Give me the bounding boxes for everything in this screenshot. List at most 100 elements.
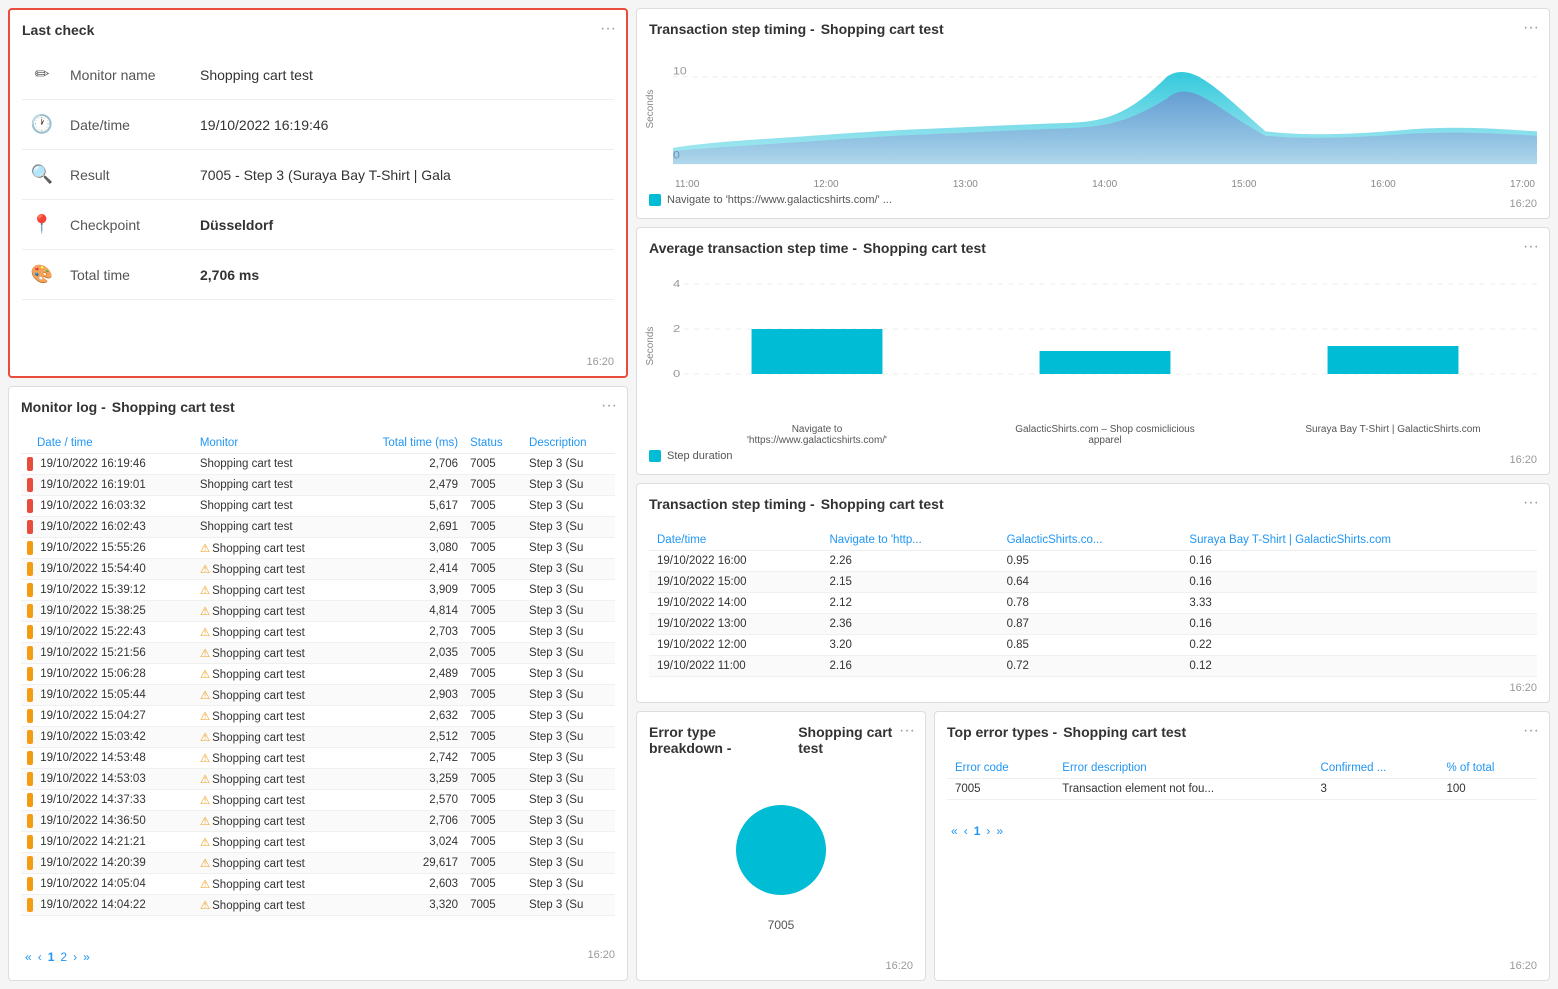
log-total-time: 2,603 <box>349 874 465 895</box>
log-description: Step 3 (Su <box>523 622 615 643</box>
avg-step-menu[interactable]: ··· <box>1523 238 1539 256</box>
log-status: 7005 <box>464 895 523 916</box>
log-description: Step 3 (Su <box>523 832 615 853</box>
step-row-suraya: 0.16 <box>1181 572 1537 593</box>
step-row-datetime: 19/10/2022 12:00 <box>649 635 821 656</box>
avg-step-title: Average transaction step time - <box>649 240 857 256</box>
monitor-log-pagination: « ‹ 1 2 › » <box>21 942 94 968</box>
top-errors-menu[interactable]: ··· <box>1523 722 1539 740</box>
log-total-time: 2,706 <box>349 811 465 832</box>
tx-step-timing-title: Transaction step timing - <box>649 21 815 37</box>
top-errors-title: Top error types - <box>947 724 1057 740</box>
step-row-nav: 2.15 <box>821 572 998 593</box>
last-check-value: 19/10/2022 16:19:46 <box>192 100 614 150</box>
log-description: Step 3 (Su <box>523 853 615 874</box>
tx-step-timing-chart-wrapper: Seconds <box>649 55 1537 190</box>
svg-text:0: 0 <box>673 368 681 379</box>
monitor-log-panel: Monitor log - Shopping cart test ··· Dat… <box>8 386 628 981</box>
log-datetime: 19/10/2022 14:21:21 <box>21 832 194 853</box>
log-table-row: 19/10/2022 15:06:28 ⚠Shopping cart test … <box>21 664 615 685</box>
step-row-galactic: 0.95 <box>999 551 1182 572</box>
log-monitor: ⚠Shopping cart test <box>194 790 349 811</box>
log-status: 7005 <box>464 685 523 706</box>
log-total-time: 3,080 <box>349 538 465 559</box>
log-page-next[interactable]: › <box>73 950 77 964</box>
log-monitor: ⚠Shopping cart test <box>194 706 349 727</box>
last-check-label: Total time <box>62 250 192 300</box>
log-status: 7005 <box>464 517 523 538</box>
step-table-timestamp: 16:20 <box>1509 682 1537 694</box>
log-monitor: ⚠Shopping cart test <box>194 748 349 769</box>
log-datetime: 19/10/2022 15:04:27 <box>21 706 194 727</box>
log-description: Step 3 (Su <box>523 685 615 706</box>
log-page-first[interactable]: « <box>25 950 32 964</box>
log-status: 7005 <box>464 874 523 895</box>
top-errors-page-last[interactable]: » <box>996 824 1003 838</box>
step-row-suraya: 3.33 <box>1181 593 1537 614</box>
last-check-value: 7005 - Step 3 (Suraya Bay T-Shirt | Gala <box>192 150 614 200</box>
top-errors-page-first[interactable]: « <box>951 824 958 838</box>
log-table-row: 19/10/2022 15:39:12 ⚠Shopping cart test … <box>21 580 615 601</box>
log-monitor: ⚠Shopping cart test <box>194 811 349 832</box>
log-table-row: 19/10/2022 15:55:26 ⚠Shopping cart test … <box>21 538 615 559</box>
last-check-value: 2,706 ms <box>192 250 614 300</box>
log-monitor: ⚠Shopping cart test <box>194 664 349 685</box>
log-total-time: 2,489 <box>349 664 465 685</box>
log-total-time: 2,414 <box>349 559 465 580</box>
last-check-row: 🕐 Date/time 19/10/2022 16:19:46 <box>22 100 614 150</box>
monitor-log-monitor: Shopping cart test <box>112 399 235 415</box>
log-page-prev[interactable]: ‹ <box>38 950 42 964</box>
log-status: 7005 <box>464 727 523 748</box>
tx-step-timing-panel: Transaction step timing - Shopping cart … <box>636 8 1550 219</box>
log-description: Step 3 (Su <box>523 748 615 769</box>
last-check-icon: 🕐 <box>22 100 62 150</box>
log-monitor: ⚠Shopping cart test <box>194 853 349 874</box>
log-description: Step 3 (Su <box>523 706 615 727</box>
step-row-nav: 3.20 <box>821 635 998 656</box>
step-table-monitor: Shopping cart test <box>821 496 944 512</box>
monitor-log-timestamp: 16:20 <box>587 949 615 961</box>
top-errors-page-next[interactable]: › <box>986 824 990 838</box>
err-col-desc: Error description <box>1054 758 1312 779</box>
last-check-menu[interactable]: ··· <box>600 20 616 38</box>
log-page-2[interactable]: 2 <box>60 950 67 964</box>
error-code: 7005 <box>947 779 1054 800</box>
log-total-time: 2,632 <box>349 706 465 727</box>
step-row-suraya: 0.16 <box>1181 614 1537 635</box>
last-check-title: Last check <box>22 22 614 38</box>
log-table-row: 19/10/2022 15:21:56 ⚠Shopping cart test … <box>21 643 615 664</box>
log-total-time: 5,617 <box>349 496 465 517</box>
donut-area: 7005 <box>649 774 913 948</box>
monitor-log-scroll[interactable]: Date / time Monitor Total time (ms) Stat… <box>21 433 615 942</box>
step-table-title: Transaction step timing - <box>649 496 815 512</box>
last-check-label: Monitor name <box>62 50 192 100</box>
log-table-row: 19/10/2022 14:05:04 ⚠Shopping cart test … <box>21 874 615 895</box>
avg-legend-text: Step duration <box>667 450 732 462</box>
step-table-menu[interactable]: ··· <box>1523 494 1539 512</box>
tx-legend-text: Navigate to 'https://www.galacticshirts.… <box>667 194 892 206</box>
step-col-suraya: Suraya Bay T-Shirt | GalacticShirts.com <box>1181 530 1537 551</box>
last-check-row: 📍 Checkpoint Düsseldorf <box>22 200 614 250</box>
error-breakdown-menu[interactable]: ··· <box>899 722 915 740</box>
tx-step-timing-menu[interactable]: ··· <box>1523 19 1539 37</box>
log-description: Step 3 (Su <box>523 874 615 895</box>
top-errors-page-prev[interactable]: ‹ <box>964 824 968 838</box>
last-check-row: ✏ Monitor name Shopping cart test <box>22 50 614 100</box>
top-errors-panel: Top error types - Shopping cart test ···… <box>934 711 1550 981</box>
tx-legend-dot <box>649 194 661 206</box>
log-description: Step 3 (Su <box>523 538 615 559</box>
donut-label: 7005 <box>768 918 795 932</box>
log-total-time: 3,259 <box>349 769 465 790</box>
monitor-log-menu[interactable]: ··· <box>601 397 617 415</box>
log-page-last[interactable]: » <box>83 950 90 964</box>
x-label-1600: 16:00 <box>1371 179 1396 190</box>
avg-legend-dot <box>649 450 661 462</box>
log-status: 7005 <box>464 559 523 580</box>
log-status: 7005 <box>464 601 523 622</box>
step-row-galactic: 0.64 <box>999 572 1182 593</box>
log-description: Step 3 (Su <box>523 475 615 496</box>
log-total-time: 2,691 <box>349 517 465 538</box>
last-check-timestamp: 16:20 <box>586 356 614 368</box>
error-description: Transaction element not fou... <box>1054 779 1312 800</box>
log-col-status: Status <box>464 433 523 454</box>
